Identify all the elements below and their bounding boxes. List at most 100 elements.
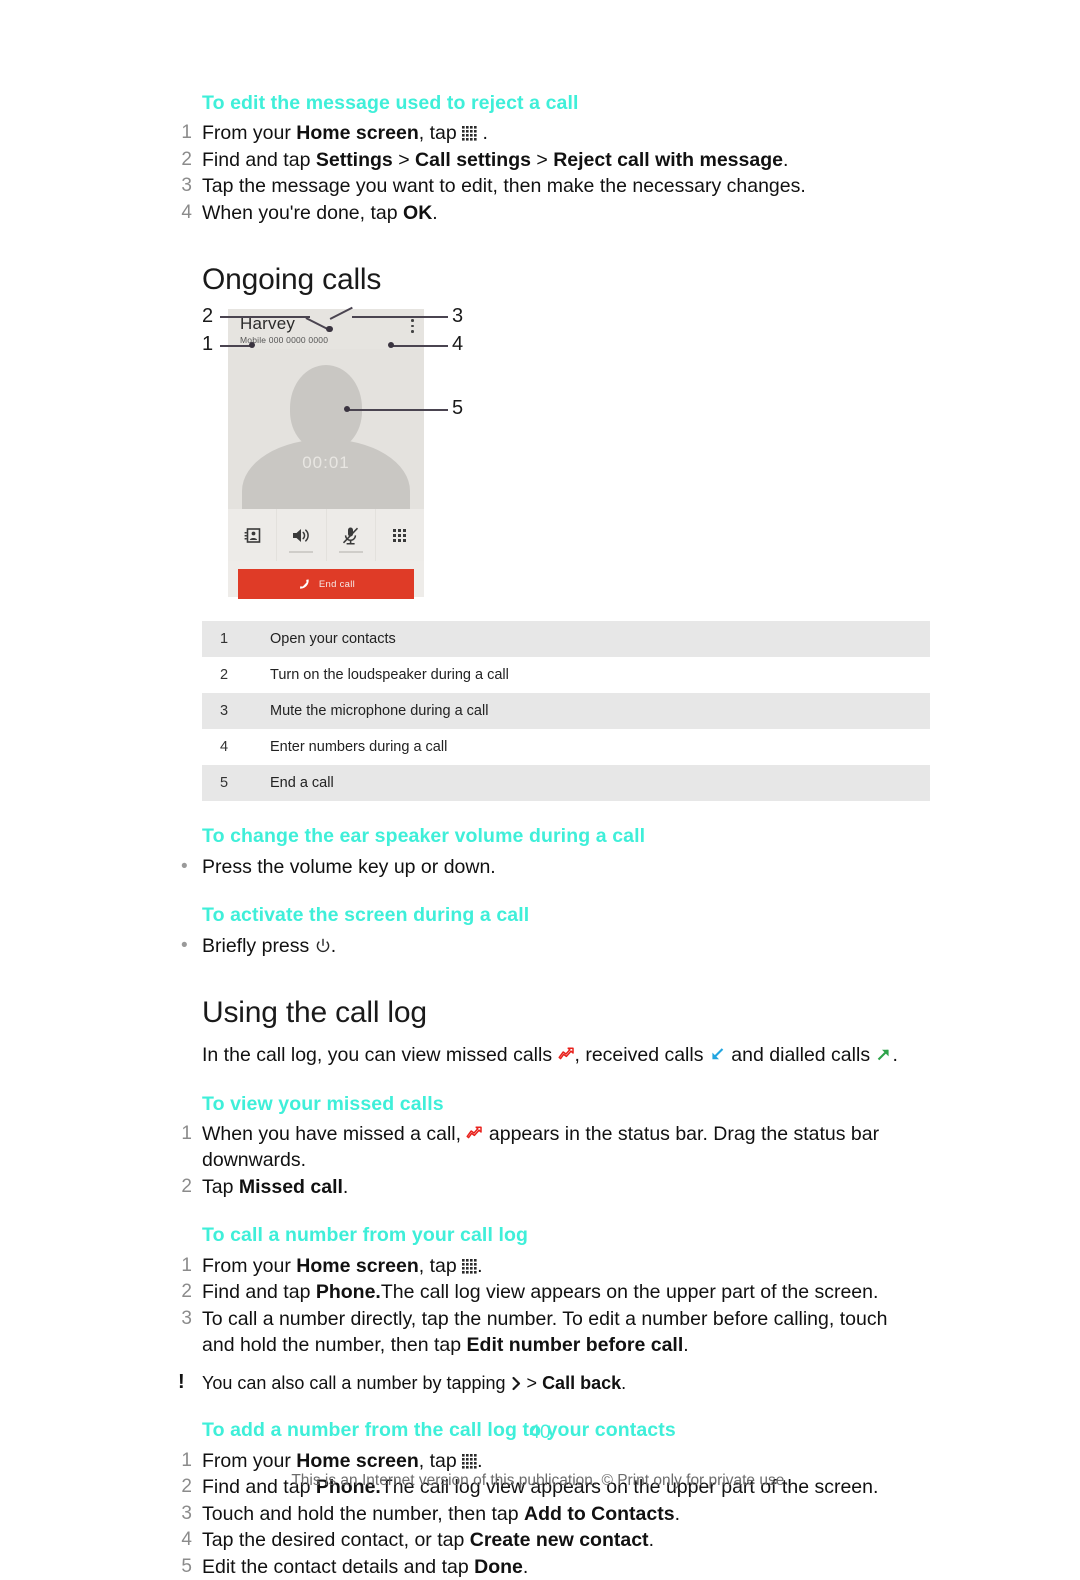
end-call-label: End call (318, 578, 356, 590)
list-item: 1 From your Home screen, tap . (176, 1253, 904, 1280)
list-item: 3 To call a number directly, tap the numb… (176, 1306, 904, 1359)
table-row: 2 Turn on the loudspeaker during a call (202, 657, 930, 694)
missed-call-icon (557, 1044, 575, 1066)
loudspeaker-button[interactable] (277, 509, 327, 562)
callout-number-1: 1 (202, 333, 214, 356)
emphasis-text: Call back (542, 1372, 622, 1393)
body-text: . (648, 1529, 654, 1552)
body-text: Edit the contact details and tap (202, 1555, 475, 1578)
heading-ear-speaker-volume: To change the ear speaker volume during … (202, 825, 646, 848)
body-text: . (674, 1502, 680, 1525)
emphasis-text: Phone. (315, 1281, 381, 1304)
body-text: Tap the message you want to edit, then m… (202, 175, 806, 198)
steps-reject-message: 1 From your Home screen, tap . 2 Find and t… (176, 120, 904, 226)
step-number: 3 (181, 1307, 192, 1329)
call-controls-row (228, 509, 424, 562)
steps-add-from-log: 1 From your Home screen, tap . 2 Find and t… (176, 1448, 904, 1580)
body-text: . (477, 1449, 483, 1472)
step-number: 1 (181, 1449, 192, 1471)
emphasis-text: Settings (315, 148, 393, 171)
callout-line-5 (348, 409, 448, 411)
bullet-marker: • (181, 934, 188, 956)
body-text: From your (202, 1254, 297, 1277)
page-content: To edit the message used to reject a cal… (176, 90, 930, 1580)
list-item: 1 When you have missed a call, appears in… (176, 1121, 904, 1174)
callout-line-4 (392, 345, 448, 347)
body-text: , tap (418, 122, 463, 145)
bullet-marker: • (181, 855, 188, 877)
emphasis-text: Done (474, 1555, 523, 1578)
body-text: Find and tap (202, 148, 316, 171)
list-item: 3 Touch and hold the number, then tap Add… (176, 1501, 904, 1528)
legend-description: Mute the microphone during a call (270, 693, 930, 730)
heading-using-call-log: Using the call log (202, 996, 427, 1030)
dialpad-button[interactable] (376, 509, 424, 561)
tip-text: You can also call a number by tapping > … (202, 1373, 626, 1393)
callout-line-1 (220, 345, 251, 347)
call-log-intro: In the call log, you can view missed cal… (202, 1042, 904, 1069)
list-item: 1 From your Home screen, tap . (176, 120, 904, 147)
tip-exclamation-icon: ! (178, 1370, 185, 1393)
body-text: . (432, 201, 438, 224)
body-text: You can also call a number by tapping (202, 1372, 511, 1393)
list-item: 4 When you're done, tap OK. (176, 200, 904, 227)
kebab-menu-icon[interactable] (411, 319, 414, 336)
body-text: . (477, 122, 488, 145)
steps-call-from-log: 1 From your Home screen, tap . 2 Find and t… (176, 1253, 904, 1359)
bullets-ear-speaker-volume: • Press the volume key up or down. (176, 854, 904, 881)
mute-microphone-button[interactable] (327, 509, 376, 562)
heading-view-missed-calls: To view your missed calls (202, 1092, 444, 1115)
step-number: 2 (181, 148, 192, 170)
body-text: , received calls (574, 1044, 709, 1067)
list-item: 2 Tap Missed call. (176, 1174, 904, 1201)
list-item: 2 Find and tap Phone.The call log view ap… (176, 1279, 904, 1306)
page-number: 40 (529, 1422, 551, 1443)
emphasis-text: Add to Contacts (524, 1502, 675, 1525)
heading-call-from-log: To call a number from your call log (202, 1224, 529, 1247)
body-text: When you have missed a call, (202, 1122, 467, 1145)
legend-index: 5 (202, 765, 270, 802)
table-row: 5 End a call (202, 765, 930, 802)
emphasis-text: Reject call with message (553, 148, 783, 171)
loudspeaker-icon (293, 528, 310, 542)
body-text: . (477, 1254, 483, 1277)
body-text: > (392, 148, 416, 171)
end-call-icon (299, 579, 309, 589)
callout-number-4: 4 (452, 333, 464, 356)
list-item: 2 Find and tap Settings > Call settings >… (176, 147, 904, 174)
body-text: The call log view appears on the upper p… (380, 1281, 879, 1304)
callout-line-2 (220, 316, 310, 318)
legend-description: Turn on the loudspeaker during a call (270, 657, 930, 694)
received-call-icon (709, 1044, 726, 1066)
body-text: . (892, 1044, 898, 1067)
control-underline (338, 551, 363, 554)
table-row: 4 Enter numbers during a call (202, 729, 930, 766)
list-item: 1 From your Home screen, tap . (176, 1448, 904, 1475)
legend-index: 1 (202, 621, 270, 658)
legend-description: End a call (270, 765, 930, 802)
step-number: 3 (181, 1502, 192, 1524)
step-number: 2 (181, 1281, 192, 1303)
page-footnote: This is an Internet version of this publ… (291, 1472, 789, 1489)
body-text: When you're done, tap (202, 201, 404, 224)
body-text: From your (202, 122, 297, 145)
step-number: 2 (181, 1175, 192, 1197)
end-call-button[interactable]: End call (238, 569, 414, 600)
step-number: 1 (181, 122, 192, 144)
callout-number-2: 2 (202, 305, 214, 328)
body-text: . (621, 1372, 627, 1393)
body-text: Find and tap (202, 1281, 316, 1304)
emphasis-text: Edit number before call (466, 1334, 684, 1357)
contacts-icon (244, 528, 260, 543)
missed-call-icon (466, 1123, 483, 1145)
list-item: 3 Tap the message you want to edit, then … (176, 173, 904, 200)
emphasis-text: Home screen (296, 1449, 419, 1472)
call-controls-legend-table: 1 Open your contacts 2 Turn on the loudspea… (202, 621, 930, 802)
body-text: Press the volume key up or down. (202, 855, 496, 878)
body-text: From your (202, 1449, 297, 1472)
legend-index: 2 (202, 657, 270, 694)
phone-mockup: Harvey Mobile 000 0000 0000 00:01 End ca… (228, 309, 424, 600)
mute-microphone-icon (343, 527, 359, 545)
contacts-button[interactable] (228, 509, 278, 562)
step-number: 4 (181, 201, 192, 223)
